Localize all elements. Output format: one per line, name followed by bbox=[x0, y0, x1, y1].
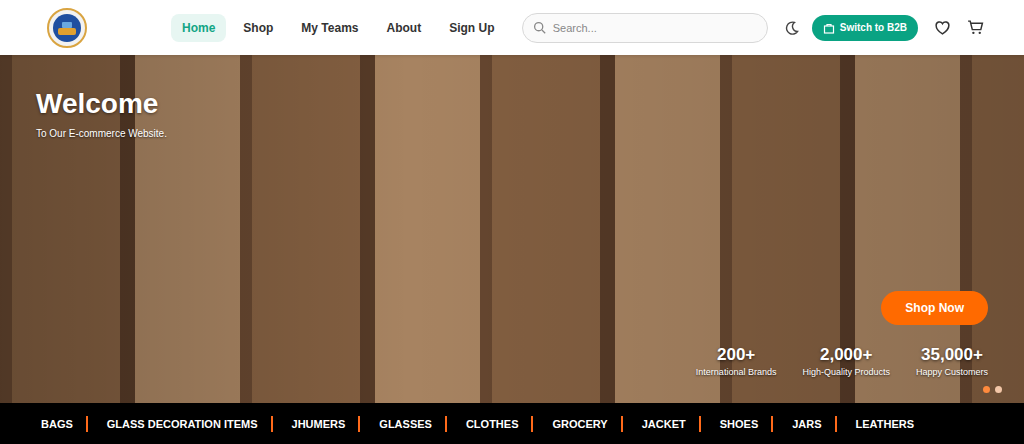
stat-value: 200+ bbox=[696, 345, 777, 365]
category-item[interactable]: JHUMERS bbox=[271, 416, 359, 432]
stat-label: High-Quality Products bbox=[802, 367, 890, 377]
category-item[interactable]: JACKET bbox=[621, 416, 699, 432]
heart-icon[interactable] bbox=[934, 19, 951, 36]
hero-heading: Welcome To Our E-commerce Website. bbox=[36, 89, 988, 139]
nav-item[interactable]: Sign Up bbox=[438, 14, 505, 42]
shop-now-button[interactable]: Shop Now bbox=[881, 291, 988, 325]
carousel-dots bbox=[983, 386, 1002, 393]
moon-icon[interactable] bbox=[784, 20, 800, 36]
header: HomeShopMy TeamsAboutSign Up Search... Swi… bbox=[0, 0, 1024, 55]
page: HomeShopMy TeamsAboutSign Up Search... Swi… bbox=[0, 0, 1024, 444]
stat-label: International Brands bbox=[696, 367, 777, 377]
hero-title: Welcome bbox=[36, 89, 988, 120]
hero-actions: Shop Now 200+ International Brands 2,000+ Hi… bbox=[36, 291, 988, 377]
search-icon bbox=[533, 21, 546, 34]
store-icon bbox=[823, 22, 835, 34]
stat: 200+ International Brands bbox=[696, 345, 777, 377]
search-field[interactable]: Search... bbox=[522, 13, 768, 43]
cart-icon[interactable] bbox=[967, 19, 984, 36]
hero-subtitle: To Our E-commerce Website. bbox=[36, 128, 988, 139]
category-item[interactable]: CLOTHES bbox=[445, 416, 532, 432]
switch-b2b-button[interactable]: Switch to B2B bbox=[812, 15, 918, 41]
nav-item[interactable]: About bbox=[375, 14, 432, 42]
logo-icon[interactable] bbox=[47, 8, 87, 48]
category-bar: BAGSGLASS DECORATION ITEMSJHUMERSGLASSES… bbox=[0, 403, 1024, 444]
nav-item[interactable]: Shop bbox=[232, 14, 284, 42]
stat: 2,000+ High-Quality Products bbox=[802, 345, 890, 377]
category-item[interactable]: GROCERY bbox=[531, 416, 620, 432]
category-item[interactable]: JARS bbox=[771, 416, 834, 432]
search-placeholder: Search... bbox=[553, 22, 597, 34]
category-item[interactable]: BAGS bbox=[28, 416, 86, 432]
carousel-dot[interactable] bbox=[995, 386, 1002, 393]
stat: 35,000+ Happy Customers bbox=[916, 345, 988, 377]
nav-item[interactable]: My Teams bbox=[290, 14, 369, 42]
nav-item[interactable]: Home bbox=[171, 14, 226, 42]
category-item[interactable]: LEATHERS bbox=[835, 416, 927, 432]
main-nav: HomeShopMy TeamsAboutSign Up bbox=[171, 14, 505, 42]
stat-label: Happy Customers bbox=[916, 367, 988, 377]
category-item[interactable]: SHOES bbox=[699, 416, 772, 432]
carousel-dot[interactable] bbox=[983, 386, 990, 393]
category-item[interactable]: GLASSES bbox=[358, 416, 445, 432]
stats-row: 200+ International Brands 2,000+ High-Quali… bbox=[696, 345, 988, 377]
stat-value: 35,000+ bbox=[916, 345, 988, 365]
hero-banner: Welcome To Our E-commerce Website. Shop No… bbox=[0, 55, 1024, 403]
stat-value: 2,000+ bbox=[802, 345, 890, 365]
category-item[interactable]: GLASS DECORATION ITEMS bbox=[86, 416, 271, 432]
